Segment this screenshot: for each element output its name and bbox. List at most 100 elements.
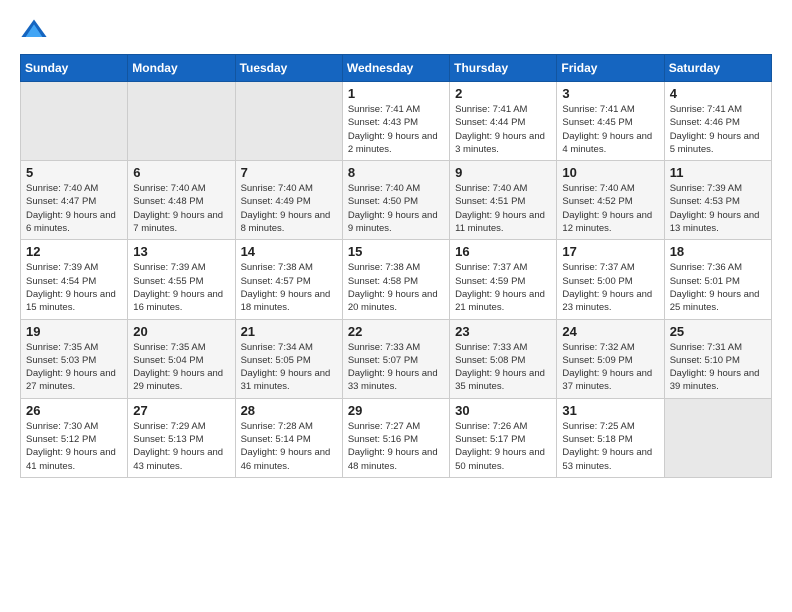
day-number: 19 xyxy=(26,324,122,339)
calendar-cell: 25Sunrise: 7:31 AMSunset: 5:10 PMDayligh… xyxy=(664,319,771,398)
calendar-cell: 11 Sunrise: 7:39 AMSunset: 4:53 PMDayligh… xyxy=(664,161,771,240)
day-info: Sunrise: 7:38 AMSunset: 4:58 PMDaylight:… xyxy=(348,261,444,314)
day-number: 10 xyxy=(562,165,658,180)
week-row-1: 1 Sunrise: 7:41 AMSunset: 4:43 PMDaylight… xyxy=(21,82,772,161)
day-number: 17 xyxy=(562,244,658,259)
calendar-cell: 4Sunrise: 7:41 AMSunset: 4:46 PMDaylight… xyxy=(664,82,771,161)
day-number: 16 xyxy=(455,244,551,259)
day-number: 8 xyxy=(348,165,444,180)
weekday-header-sunday: Sunday xyxy=(21,55,128,82)
day-info: Sunrise: 7:33 AMSunset: 5:08 PMDaylight:… xyxy=(455,341,551,394)
day-info: Sunrise: 7:32 AMSunset: 5:09 PMDaylight:… xyxy=(562,341,658,394)
day-number: 30 xyxy=(455,403,551,418)
day-number: 31 xyxy=(562,403,658,418)
calendar-cell: 10 Sunrise: 7:40 AMSunset: 4:52 PMDayligh… xyxy=(557,161,664,240)
calendar-cell xyxy=(128,82,235,161)
calendar-cell: 1 Sunrise: 7:41 AMSunset: 4:43 PMDaylight… xyxy=(342,82,449,161)
day-info: Sunrise: 7:41 AMSunset: 4:45 PMDaylight:… xyxy=(562,103,658,156)
day-info: Sunrise: 7:25 AMSunset: 5:18 PMDaylight:… xyxy=(562,420,658,473)
calendar-cell: 27 Sunrise: 7:29 AMSunset: 5:13 PMDayligh… xyxy=(128,398,235,477)
calendar-cell: 5 Sunrise: 7:40 AMSunset: 4:47 PMDaylight… xyxy=(21,161,128,240)
day-info: Sunrise: 7:31 AMSunset: 5:10 PMDaylight:… xyxy=(670,341,766,394)
day-number: 2 xyxy=(455,86,551,101)
calendar-cell: 28 Sunrise: 7:28 AMSunset: 5:14 PMDayligh… xyxy=(235,398,342,477)
calendar-cell: 16 Sunrise: 7:37 AMSunset: 4:59 PMDayligh… xyxy=(450,240,557,319)
calendar-cell: 13 Sunrise: 7:39 AMSunset: 4:55 PMDayligh… xyxy=(128,240,235,319)
calendar-cell: 12 Sunrise: 7:39 AMSunset: 4:54 PMDayligh… xyxy=(21,240,128,319)
calendar-cell xyxy=(235,82,342,161)
day-number: 14 xyxy=(241,244,337,259)
week-row-4: 19 Sunrise: 7:35 AMSunset: 5:03 PMDayligh… xyxy=(21,319,772,398)
day-info: Sunrise: 7:35 AMSunset: 5:04 PMDaylight:… xyxy=(133,341,229,394)
calendar-cell: 21 Sunrise: 7:34 AMSunset: 5:05 PMDayligh… xyxy=(235,319,342,398)
day-info: Sunrise: 7:34 AMSunset: 5:05 PMDaylight:… xyxy=(241,341,337,394)
week-row-2: 5 Sunrise: 7:40 AMSunset: 4:47 PMDaylight… xyxy=(21,161,772,240)
day-number: 13 xyxy=(133,244,229,259)
day-number: 5 xyxy=(26,165,122,180)
calendar-cell: 26 Sunrise: 7:30 AMSunset: 5:12 PMDayligh… xyxy=(21,398,128,477)
calendar-cell: 3 Sunrise: 7:41 AMSunset: 4:45 PMDaylight… xyxy=(557,82,664,161)
day-info: Sunrise: 7:41 AMSunset: 4:46 PMDaylight:… xyxy=(670,103,766,156)
day-number: 24 xyxy=(562,324,658,339)
calendar-cell: 30 Sunrise: 7:26 AMSunset: 5:17 PMDayligh… xyxy=(450,398,557,477)
calendar-cell: 7 Sunrise: 7:40 AMSunset: 4:49 PMDaylight… xyxy=(235,161,342,240)
calendar-cell: 15Sunrise: 7:38 AMSunset: 4:58 PMDayligh… xyxy=(342,240,449,319)
day-number: 11 xyxy=(670,165,766,180)
day-info: Sunrise: 7:40 AMSunset: 4:52 PMDaylight:… xyxy=(562,182,658,235)
day-info: Sunrise: 7:40 AMSunset: 4:50 PMDaylight:… xyxy=(348,182,444,235)
day-info: Sunrise: 7:39 AMSunset: 4:54 PMDaylight:… xyxy=(26,261,122,314)
logo-icon xyxy=(20,16,48,44)
day-number: 7 xyxy=(241,165,337,180)
day-number: 3 xyxy=(562,86,658,101)
day-info: Sunrise: 7:41 AMSunset: 4:43 PMDaylight:… xyxy=(348,103,444,156)
day-info: Sunrise: 7:37 AMSunset: 4:59 PMDaylight:… xyxy=(455,261,551,314)
day-number: 23 xyxy=(455,324,551,339)
day-number: 1 xyxy=(348,86,444,101)
day-info: Sunrise: 7:27 AMSunset: 5:16 PMDaylight:… xyxy=(348,420,444,473)
weekday-header-monday: Monday xyxy=(128,55,235,82)
calendar-cell: 17 Sunrise: 7:37 AMSunset: 5:00 PMDayligh… xyxy=(557,240,664,319)
logo xyxy=(20,16,50,44)
calendar-cell: 24 Sunrise: 7:32 AMSunset: 5:09 PMDayligh… xyxy=(557,319,664,398)
calendar-cell: 19 Sunrise: 7:35 AMSunset: 5:03 PMDayligh… xyxy=(21,319,128,398)
day-info: Sunrise: 7:39 AMSunset: 4:55 PMDaylight:… xyxy=(133,261,229,314)
day-info: Sunrise: 7:38 AMSunset: 4:57 PMDaylight:… xyxy=(241,261,337,314)
day-number: 29 xyxy=(348,403,444,418)
day-info: Sunrise: 7:26 AMSunset: 5:17 PMDaylight:… xyxy=(455,420,551,473)
day-info: Sunrise: 7:28 AMSunset: 5:14 PMDaylight:… xyxy=(241,420,337,473)
week-row-3: 12 Sunrise: 7:39 AMSunset: 4:54 PMDayligh… xyxy=(21,240,772,319)
day-number: 6 xyxy=(133,165,229,180)
calendar-cell: 29 Sunrise: 7:27 AMSunset: 5:16 PMDayligh… xyxy=(342,398,449,477)
calendar-cell: 14 Sunrise: 7:38 AMSunset: 4:57 PMDayligh… xyxy=(235,240,342,319)
calendar-cell xyxy=(664,398,771,477)
day-info: Sunrise: 7:40 AMSunset: 4:47 PMDaylight:… xyxy=(26,182,122,235)
calendar-table: SundayMondayTuesdayWednesdayThursdayFrid… xyxy=(20,54,772,478)
weekday-header-wednesday: Wednesday xyxy=(342,55,449,82)
day-info: Sunrise: 7:37 AMSunset: 5:00 PMDaylight:… xyxy=(562,261,658,314)
day-info: Sunrise: 7:41 AMSunset: 4:44 PMDaylight:… xyxy=(455,103,551,156)
calendar-cell: 22Sunrise: 7:33 AMSunset: 5:07 PMDayligh… xyxy=(342,319,449,398)
calendar-cell: 20Sunrise: 7:35 AMSunset: 5:04 PMDayligh… xyxy=(128,319,235,398)
day-number: 12 xyxy=(26,244,122,259)
day-number: 28 xyxy=(241,403,337,418)
week-row-5: 26 Sunrise: 7:30 AMSunset: 5:12 PMDayligh… xyxy=(21,398,772,477)
calendar-cell: 31 Sunrise: 7:25 AMSunset: 5:18 PMDayligh… xyxy=(557,398,664,477)
day-info: Sunrise: 7:36 AMSunset: 5:01 PMDaylight:… xyxy=(670,261,766,314)
calendar-cell: 9Sunrise: 7:40 AMSunset: 4:51 PMDaylight… xyxy=(450,161,557,240)
day-info: Sunrise: 7:29 AMSunset: 5:13 PMDaylight:… xyxy=(133,420,229,473)
calendar-cell: 6 Sunrise: 7:40 AMSunset: 4:48 PMDaylight… xyxy=(128,161,235,240)
day-number: 21 xyxy=(241,324,337,339)
day-number: 18 xyxy=(670,244,766,259)
calendar-cell: 8 Sunrise: 7:40 AMSunset: 4:50 PMDaylight… xyxy=(342,161,449,240)
calendar-cell xyxy=(21,82,128,161)
day-info: Sunrise: 7:40 AMSunset: 4:48 PMDaylight:… xyxy=(133,182,229,235)
page: SundayMondayTuesdayWednesdayThursdayFrid… xyxy=(0,0,792,612)
day-info: Sunrise: 7:39 AMSunset: 4:53 PMDaylight:… xyxy=(670,182,766,235)
day-info: Sunrise: 7:30 AMSunset: 5:12 PMDaylight:… xyxy=(26,420,122,473)
day-info: Sunrise: 7:35 AMSunset: 5:03 PMDaylight:… xyxy=(26,341,122,394)
day-info: Sunrise: 7:40 AMSunset: 4:49 PMDaylight:… xyxy=(241,182,337,235)
day-number: 26 xyxy=(26,403,122,418)
day-number: 27 xyxy=(133,403,229,418)
calendar-cell: 2 Sunrise: 7:41 AMSunset: 4:44 PMDaylight… xyxy=(450,82,557,161)
header xyxy=(20,16,772,44)
